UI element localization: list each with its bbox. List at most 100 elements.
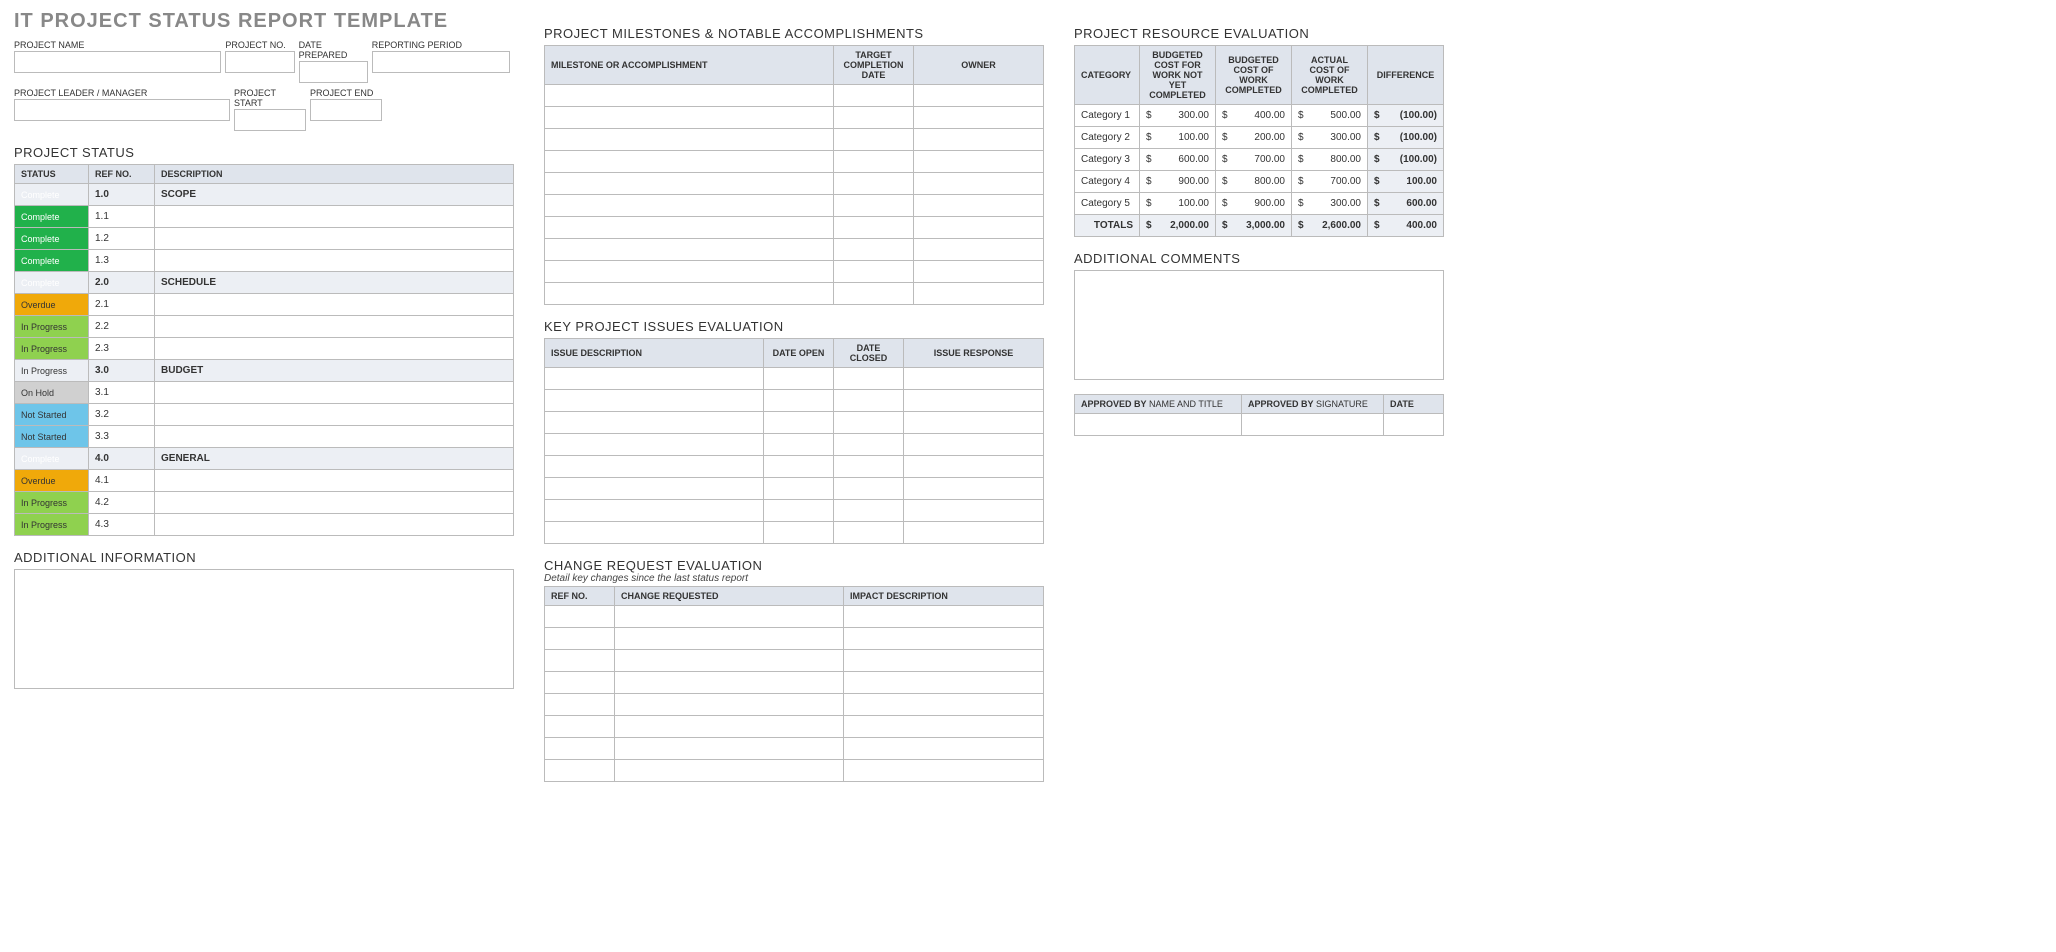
empty-cell[interactable] [764,522,834,544]
empty-cell[interactable] [844,716,1044,738]
empty-cell[interactable] [615,672,844,694]
empty-cell[interactable] [834,261,914,283]
meta-input[interactable] [14,99,230,121]
empty-cell[interactable] [834,368,904,390]
empty-cell[interactable] [904,522,1044,544]
empty-cell[interactable] [844,672,1044,694]
empty-cell[interactable] [914,283,1044,305]
empty-cell[interactable] [914,261,1044,283]
empty-cell[interactable] [844,694,1044,716]
empty-cell[interactable] [545,522,764,544]
empty-cell[interactable] [545,85,834,107]
empty-cell[interactable] [545,173,834,195]
empty-cell[interactable] [914,85,1044,107]
additional-info-box[interactable] [14,569,514,689]
empty-cell[interactable] [834,412,904,434]
empty-cell[interactable] [615,650,844,672]
empty-cell[interactable] [545,195,834,217]
empty-cell[interactable] [834,151,914,173]
meta-input[interactable] [234,109,306,131]
empty-cell[interactable] [904,368,1044,390]
empty-cell[interactable] [844,628,1044,650]
meta-input[interactable] [310,99,382,121]
empty-cell[interactable] [615,694,844,716]
empty-cell[interactable] [764,456,834,478]
empty-cell[interactable] [844,760,1044,782]
empty-cell[interactable] [545,606,615,628]
empty-cell[interactable] [545,456,764,478]
empty-cell[interactable] [545,500,764,522]
empty-cell[interactable] [764,500,834,522]
empty-cell[interactable] [834,239,914,261]
empty-cell[interactable] [834,107,914,129]
empty-cell[interactable] [914,173,1044,195]
empty-cell[interactable] [904,390,1044,412]
empty-cell[interactable] [914,239,1044,261]
approval-sig-cell[interactable] [1242,414,1384,436]
empty-cell[interactable] [545,412,764,434]
empty-cell[interactable] [914,107,1044,129]
empty-cell[interactable] [914,195,1044,217]
empty-cell[interactable] [545,283,834,305]
empty-cell[interactable] [834,173,914,195]
empty-cell[interactable] [545,261,834,283]
empty-cell[interactable] [764,368,834,390]
empty-cell[interactable] [834,85,914,107]
empty-cell[interactable] [545,239,834,261]
empty-cell[interactable] [844,738,1044,760]
empty-cell[interactable] [904,412,1044,434]
empty-cell[interactable] [834,434,904,456]
empty-cell[interactable] [545,390,764,412]
empty-cell[interactable] [834,390,904,412]
empty-cell[interactable] [834,217,914,239]
empty-cell[interactable] [545,151,834,173]
empty-cell[interactable] [545,434,764,456]
empty-cell[interactable] [914,151,1044,173]
empty-cell[interactable] [545,478,764,500]
empty-cell[interactable] [764,390,834,412]
comments-box[interactable] [1074,270,1444,380]
empty-cell[interactable] [545,672,615,694]
empty-cell[interactable] [545,650,615,672]
empty-cell[interactable] [914,129,1044,151]
approval-name-cell[interactable] [1075,414,1242,436]
empty-cell[interactable] [545,716,615,738]
empty-cell[interactable] [615,760,844,782]
empty-cell[interactable] [904,478,1044,500]
empty-cell[interactable] [764,434,834,456]
empty-cell[interactable] [844,650,1044,672]
empty-cell[interactable] [545,107,834,129]
meta-input[interactable] [372,51,510,73]
empty-cell[interactable] [904,434,1044,456]
empty-cell[interactable] [615,716,844,738]
empty-cell[interactable] [834,522,904,544]
ref-cell: 3.0 [89,360,155,382]
empty-cell[interactable] [914,217,1044,239]
empty-cell[interactable] [545,694,615,716]
empty-cell[interactable] [615,606,844,628]
ref-cell: 2.3 [89,338,155,360]
empty-cell[interactable] [545,628,615,650]
empty-cell[interactable] [545,217,834,239]
empty-cell[interactable] [834,500,904,522]
empty-cell[interactable] [764,412,834,434]
empty-cell[interactable] [545,368,764,390]
empty-cell[interactable] [904,456,1044,478]
empty-cell[interactable] [834,478,904,500]
empty-cell[interactable] [834,456,904,478]
empty-cell[interactable] [615,628,844,650]
empty-cell[interactable] [545,129,834,151]
meta-input[interactable] [299,61,368,83]
empty-cell[interactable] [834,283,914,305]
empty-cell[interactable] [545,760,615,782]
approval-date-cell[interactable] [1384,414,1444,436]
empty-cell[interactable] [904,500,1044,522]
meta-input[interactable] [14,51,221,73]
empty-cell[interactable] [834,129,914,151]
empty-cell[interactable] [834,195,914,217]
meta-input[interactable] [225,51,294,73]
empty-cell[interactable] [545,738,615,760]
empty-cell[interactable] [764,478,834,500]
empty-cell[interactable] [844,606,1044,628]
empty-cell[interactable] [615,738,844,760]
